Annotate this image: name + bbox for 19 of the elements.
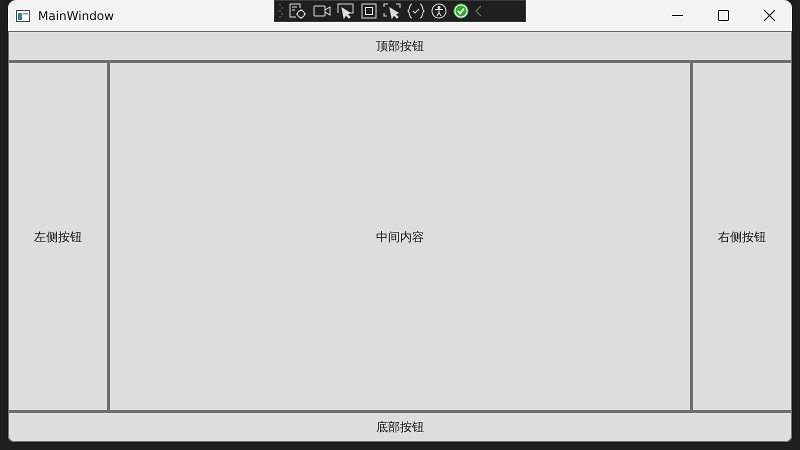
binding-icon[interactable] [407, 3, 425, 19]
camera-icon[interactable] [313, 4, 331, 18]
dock-button[interactable]: 左侧按钮 [8, 62, 109, 411]
frame-icon[interactable] [361, 3, 377, 19]
grip-icon[interactable] [279, 3, 283, 19]
check-icon[interactable] [453, 3, 469, 19]
dock-button[interactable]: 右侧按钮 [691, 62, 792, 411]
pointer-frame-icon[interactable] [383, 3, 401, 19]
dock-button[interactable]: 顶部按钮 [8, 31, 792, 62]
pointer-icon[interactable] [337, 3, 355, 19]
window-title: MainWindow [38, 8, 114, 24]
maximize-icon [718, 10, 728, 21]
accessibility-icon[interactable] [431, 3, 447, 19]
close-icon [764, 10, 774, 21]
select-element-icon[interactable] [289, 3, 307, 19]
collapse-icon[interactable] [475, 5, 483, 17]
app-icon [16, 10, 30, 22]
dock-button[interactable]: 中间内容 [109, 62, 691, 411]
dock-button[interactable]: 底部按钮 [8, 411, 792, 442]
